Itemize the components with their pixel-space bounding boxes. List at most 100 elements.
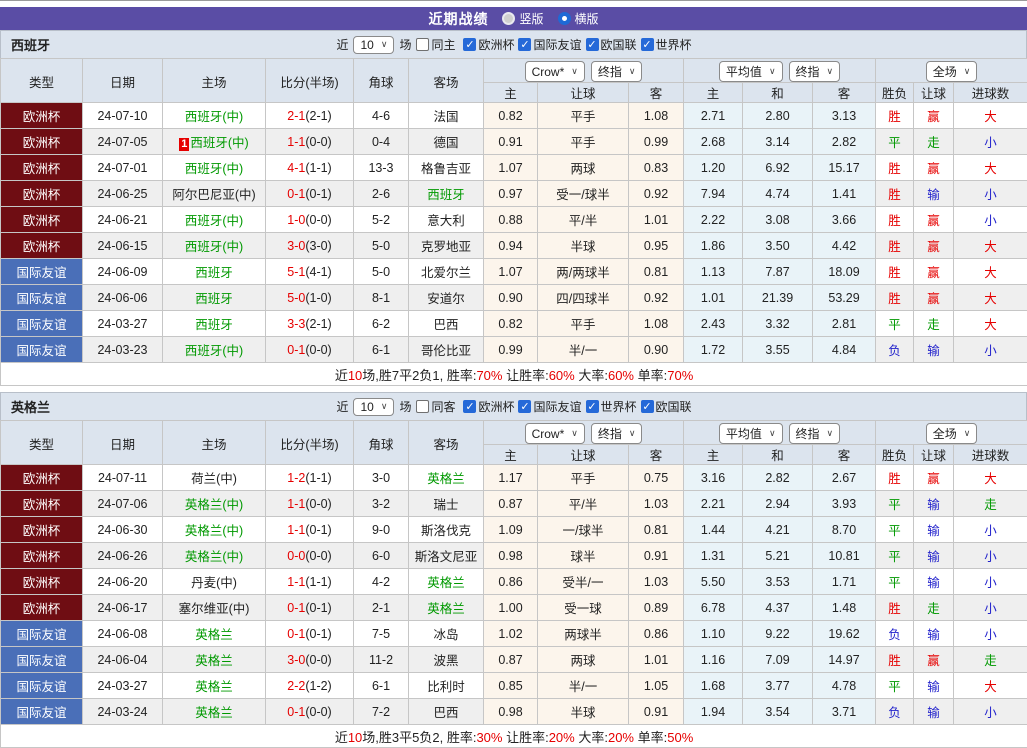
league-label: 欧洲杯: [478, 36, 514, 53]
page-title: 近期战绩: [428, 9, 488, 29]
radio-unselected-icon[interactable]: [502, 12, 515, 25]
avg-home-odds: 2.68: [684, 129, 743, 155]
average-select[interactable]: 平均值: [719, 61, 783, 82]
avg-home-odds: 1.20: [684, 155, 743, 181]
average-stage-select[interactable]: 终指: [789, 61, 841, 82]
league-filter[interactable]: 欧国联: [641, 398, 692, 415]
vertical-option-label: 竖版: [519, 10, 543, 27]
wdl-result: 胜: [888, 110, 901, 124]
away-team-cell: 英格兰: [409, 595, 484, 621]
league-filter[interactable]: 欧洲杯: [463, 36, 514, 53]
goals-result: 小: [984, 524, 997, 538]
layout-option-horizontal[interactable]: 横版: [558, 10, 599, 27]
scope-select[interactable]: 全场: [926, 61, 978, 82]
wdl-result: 平: [888, 136, 901, 150]
home-team-name: 西班牙: [195, 318, 233, 332]
avg-draw-odds: 2.80: [743, 103, 813, 129]
goals-result-cell: 大: [954, 285, 1027, 311]
league-filter[interactable]: 世界杯: [586, 398, 637, 415]
match-count-select[interactable]: 10: [353, 398, 394, 416]
match-type-cell: 欧洲杯: [1, 569, 83, 595]
league-filter[interactable]: 欧国联: [586, 36, 637, 53]
avg-away-odds: 3.71: [813, 699, 876, 725]
away-team-cell: 斯洛伐克: [409, 517, 484, 543]
away-team-name: 英格兰: [427, 472, 465, 486]
half-time-score: (4-1): [305, 265, 331, 279]
handicap-line: 半/一: [538, 673, 629, 699]
handicap-line: 两/两球半: [538, 259, 629, 285]
odds-stage-select[interactable]: 终指: [591, 61, 643, 82]
handicap-result: 走: [927, 136, 940, 150]
half-time-score: (0-0): [305, 549, 331, 563]
avg-home-odds: 3.16: [684, 465, 743, 491]
match-row: 欧洲杯 24-06-21 西班牙(中) 1-0(0-0) 5-2 意大利 0.8…: [1, 207, 1027, 233]
handicap-result-cell: 输: [914, 621, 954, 647]
home-team-name: 英格兰(中): [185, 498, 243, 512]
avg-home-odds: 2.43: [684, 311, 743, 337]
wdl-result: 胜: [888, 472, 901, 486]
handicap-home-odds: 0.85: [484, 673, 538, 699]
summary-segment: 让胜率:: [502, 730, 548, 745]
league-filter[interactable]: 世界杯: [641, 36, 692, 53]
match-type-cell: 欧洲杯: [1, 517, 83, 543]
bookmaker-select[interactable]: Crow*: [525, 61, 585, 82]
checkbox-checked-icon[interactable]: [463, 400, 476, 413]
full-time-score: 3-0: [287, 653, 305, 667]
average-select[interactable]: 平均值: [719, 423, 783, 444]
home-team-cell: 塞尔维亚(中): [163, 595, 266, 621]
checkbox-checked-icon[interactable]: [641, 38, 654, 51]
checkbox-checked-icon[interactable]: [518, 400, 531, 413]
full-time-score: 2-1: [287, 109, 305, 123]
average-stage-select-value: 终指: [796, 63, 820, 80]
title-bar: 近期战绩 竖版 横版: [0, 7, 1027, 30]
summary-segment: 近: [335, 730, 348, 745]
league-filter[interactable]: 国际友谊: [518, 36, 581, 53]
avg-home-odds: 2.21: [684, 491, 743, 517]
checkbox-checked-icon[interactable]: [586, 400, 599, 413]
avg-home-odds: 1.94: [684, 699, 743, 725]
match-type-cell: 欧洲杯: [1, 595, 83, 621]
handicap-line: 两球半: [538, 621, 629, 647]
handicap-home-odds: 0.98: [484, 699, 538, 725]
rank-badge: 1: [179, 138, 189, 151]
wdl-result: 平: [888, 680, 901, 694]
half-time-score: (1-1): [305, 575, 331, 589]
full-time-score: 0-1: [287, 705, 305, 719]
checkbox-checked-icon[interactable]: [518, 38, 531, 51]
wdl-result: 平: [888, 550, 901, 564]
radio-selected-icon[interactable]: [558, 12, 571, 25]
avg-home-odds: 1.86: [684, 233, 743, 259]
handicap-result: 赢: [927, 240, 940, 254]
corner-cell: 7-2: [354, 699, 409, 725]
checkbox-checked-icon[interactable]: [641, 400, 654, 413]
match-count-select[interactable]: 10: [353, 36, 394, 54]
same-venue-filter[interactable]: 同客: [416, 398, 455, 415]
wdl-result-cell: 胜: [876, 103, 914, 129]
handicap-line: 平手: [538, 465, 629, 491]
score-cell: 1-1(1-1): [266, 569, 354, 595]
checkbox-checked-icon[interactable]: [586, 38, 599, 51]
corner-cell: 4-6: [354, 103, 409, 129]
away-team-cell: 英格兰: [409, 569, 484, 595]
average-stage-select[interactable]: 终指: [789, 423, 841, 444]
checkbox-unchecked-icon[interactable]: [416, 38, 429, 51]
half-time-score: (1-2): [305, 679, 331, 693]
bookmaker-select[interactable]: Crow*: [525, 423, 585, 444]
checkbox-unchecked-icon[interactable]: [416, 400, 429, 413]
handicap-line: 半/一: [538, 337, 629, 363]
score-cell: 1-2(1-1): [266, 465, 354, 491]
league-label: 欧洲杯: [478, 398, 514, 415]
league-filter[interactable]: 国际友谊: [518, 398, 581, 415]
full-time-score: 1-0: [287, 213, 305, 227]
odds-stage-select[interactable]: 终指: [591, 423, 643, 444]
layout-option-vertical[interactable]: 竖版: [502, 10, 543, 27]
home-team-cell: 英格兰: [163, 673, 266, 699]
scope-select[interactable]: 全场: [926, 423, 978, 444]
same-venue-filter[interactable]: 同主: [416, 36, 455, 53]
goals-result: 小: [984, 576, 997, 590]
league-filter[interactable]: 欧洲杯: [463, 398, 514, 415]
away-team-cell: 比利时: [409, 673, 484, 699]
goals-result: 大: [984, 292, 997, 306]
checkbox-checked-icon[interactable]: [463, 38, 476, 51]
sub-col-avg-away: 客: [813, 83, 876, 103]
